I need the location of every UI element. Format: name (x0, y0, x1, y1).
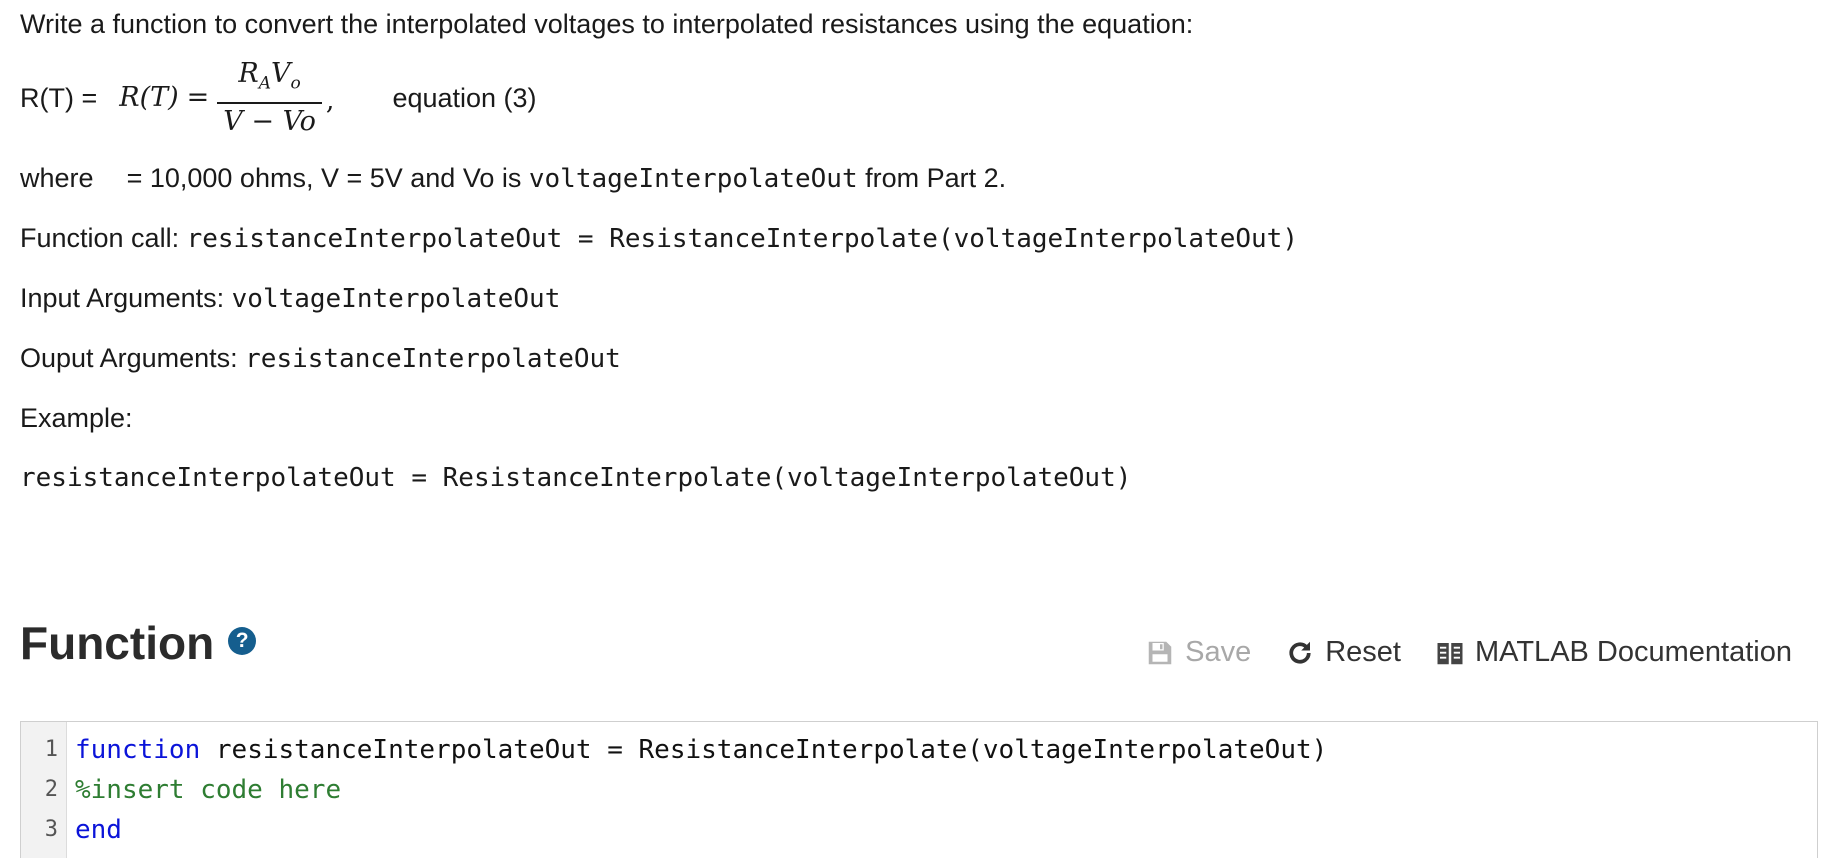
equation-fraction: RAVo V − Vo (217, 58, 322, 137)
input-args-label: Input Arguments: (20, 283, 225, 313)
book-icon (1435, 638, 1465, 668)
where-line: where = 10,000 ohms, V = 5V and Vo is vo… (20, 160, 1006, 197)
function-call-line: Function call: resistanceInterpolateOut … (20, 220, 1298, 257)
reset-button[interactable]: Reset (1285, 636, 1401, 669)
code-comment: %insert code here (75, 775, 342, 805)
function-section-title: Function ? (20, 616, 257, 670)
code-keyword: function (75, 735, 201, 765)
line-number: 2 (44, 777, 58, 802)
doc-label: MATLAB Documentation (1475, 636, 1792, 668)
equation-numerator: RAVo (238, 58, 301, 94)
editor-toolbar: Save Reset MATLAB Documentation (1111, 636, 1792, 669)
line-number: 3 (44, 817, 58, 842)
code-area[interactable]: function resistanceInterpolateOut = Resi… (67, 722, 1327, 858)
equation-lhs: R(T) (119, 82, 179, 114)
where-var-code: voltageInterpolateOut (528, 164, 858, 194)
input-args-code: voltageInterpolateOut (231, 284, 561, 314)
output-args-line: Ouput Arguments: resistanceInterpolateOu… (20, 340, 621, 377)
code-text: resistanceInterpolateOut = ResistanceInt… (200, 735, 1328, 765)
function-call-label: Function call: (20, 223, 180, 253)
where-suffix: from Part 2. (865, 163, 1007, 193)
where-values: = 10,000 ohms, V = 5V and Vo is (126, 163, 522, 193)
save-button[interactable]: Save (1145, 636, 1251, 669)
code-editor[interactable]: 1 2 3 function resistanceInterpolateOut … (20, 721, 1818, 858)
intro-text: Write a function to convert the interpol… (20, 9, 1194, 39)
matlab-documentation-link[interactable]: MATLAB Documentation (1435, 636, 1792, 669)
example-code: resistanceInterpolateOut = ResistanceInt… (20, 463, 1132, 493)
code-line[interactable]: end (75, 810, 1327, 850)
equation-comma: , (325, 84, 335, 116)
output-args-code: resistanceInterpolateOut (245, 344, 621, 374)
equation-row: R(T) = R(T) = RAVo V − Vo , equation (3) (20, 58, 537, 138)
where-prefix: where (20, 163, 94, 193)
equation-math: R(T) = RAVo V − Vo , (119, 58, 334, 137)
code-line[interactable]: %insert code here (75, 770, 1327, 810)
problem-page: Write a function to convert the interpol… (0, 0, 1824, 858)
output-args-label: Ouput Arguments: (20, 343, 238, 373)
equation-number: equation (3) (392, 82, 537, 113)
save-label: Save (1185, 636, 1252, 668)
question-circle-icon[interactable]: ? (228, 627, 257, 655)
code-line[interactable]: function resistanceInterpolateOut = Resi… (75, 730, 1327, 770)
example-label: Example: (20, 403, 133, 433)
equation-text-label: R(T) = (20, 82, 98, 113)
function-heading: Function (20, 617, 215, 669)
input-args-line: Input Arguments: voltageInterpolateOut (20, 280, 560, 317)
reset-label: Reset (1325, 636, 1401, 668)
equation-denominator: V − Vo (223, 105, 316, 137)
floppy-disk-icon (1145, 638, 1175, 668)
reload-icon (1285, 638, 1315, 668)
function-call-code: resistanceInterpolateOut = ResistanceInt… (186, 224, 1298, 254)
code-keyword: end (75, 815, 122, 845)
equation-equals: = (186, 82, 210, 114)
line-number-gutter: 1 2 3 (21, 722, 67, 858)
line-number: 1 (44, 737, 58, 762)
